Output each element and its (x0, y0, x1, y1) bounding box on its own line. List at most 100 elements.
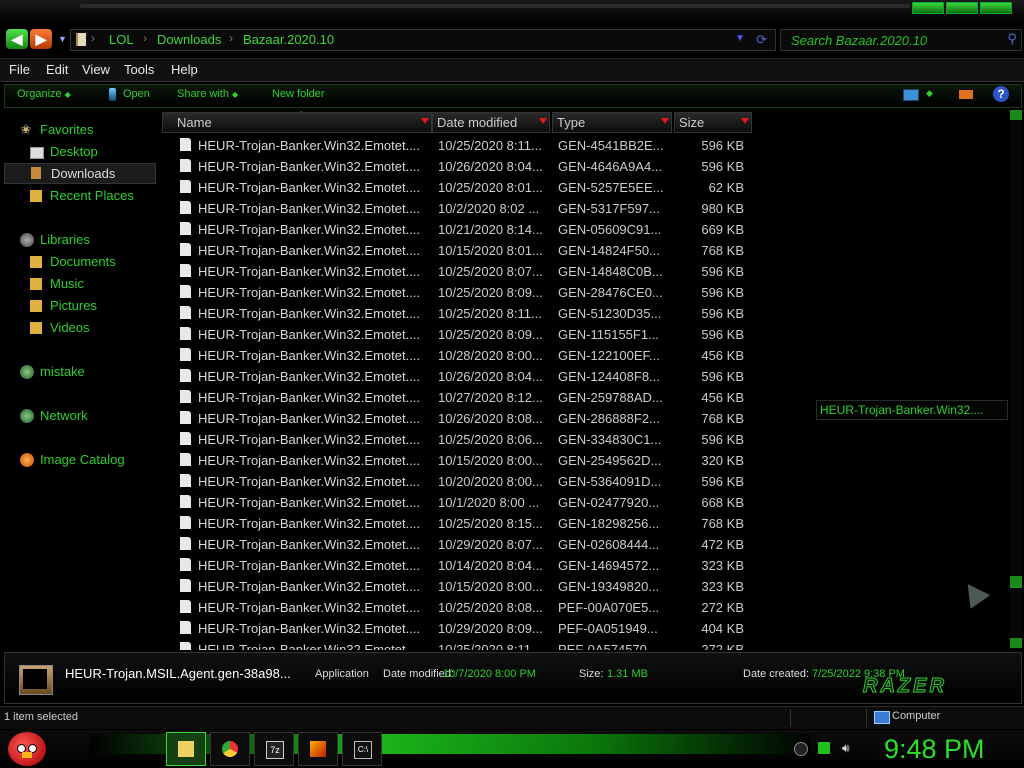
share-with-button[interactable]: Share with ◆ (177, 88, 238, 100)
change-view-icon[interactable] (903, 89, 919, 101)
forward-button[interactable]: ▶ (30, 29, 52, 49)
table-row[interactable]: HEUR-Trojan-Banker.Win32.Emotet.... 10/27… (160, 387, 780, 408)
libraries-icon (20, 233, 34, 247)
open-button[interactable]: Open (123, 88, 150, 100)
start-button[interactable] (8, 732, 46, 766)
action-center-icon[interactable] (818, 742, 830, 754)
search-icon[interactable]: ⚲ (1007, 31, 1017, 47)
menu-file[interactable]: File (9, 62, 30, 77)
scroll-up-button[interactable] (1010, 110, 1022, 120)
recent-pages-dropdown-icon[interactable]: ▼ (58, 34, 67, 44)
table-row[interactable]: HEUR-Trojan-Banker.Win32.Emotet.... 10/2/… (160, 198, 780, 219)
preview-pane-icon[interactable] (959, 90, 973, 99)
videos-icon (30, 322, 42, 334)
table-row[interactable]: HEUR-Trojan-Banker.Win32.Emotet.... 10/29… (160, 534, 780, 555)
column-header-date[interactable]: Date modified (432, 112, 550, 133)
cell-name: HEUR-Trojan-Banker.Win32.Emotet.... (198, 222, 421, 237)
volume-icon[interactable]: 🔊︎ (842, 742, 854, 754)
nav-downloads[interactable]: Downloads (4, 163, 156, 184)
scroll-thumb[interactable] (1010, 576, 1022, 588)
menu-edit[interactable]: Edit (46, 62, 68, 77)
cell-size: 768 KB (701, 516, 744, 531)
table-row[interactable]: HEUR-Trojan-Banker.Win32.Emotet.... 10/28… (160, 345, 780, 366)
cell-type: GEN-51230D35... (558, 306, 662, 321)
cell-date: 10/20/2020 8:00... (438, 474, 543, 489)
maximize-button[interactable] (946, 2, 978, 14)
table-row[interactable]: HEUR-Trojan-Banker.Win32.Emotet.... 10/25… (160, 597, 780, 618)
file-icon (180, 159, 191, 172)
close-button[interactable] (980, 2, 1012, 14)
column-header-type[interactable]: Type (552, 112, 672, 133)
table-row[interactable]: HEUR-Trojan-Banker.Win32.Emotet.... 10/20… (160, 471, 780, 492)
vertical-scrollbar[interactable] (1010, 110, 1022, 650)
table-row[interactable]: HEUR-Trojan-Banker.Win32.Emotet.... 10/25… (160, 135, 780, 156)
taskbar-app-button[interactable] (298, 732, 338, 766)
cell-name: HEUR-Trojan-Banker.Win32.Emotet.... (198, 327, 421, 342)
table-row[interactable]: HEUR-Trojan-Banker.Win32.Emotet.... 10/15… (160, 240, 780, 261)
menu-tools[interactable]: Tools (124, 62, 154, 77)
column-header-name[interactable]: Name (162, 112, 432, 133)
table-row[interactable]: HEUR-Trojan-Banker.Win32.Emotet.... 10/25… (160, 282, 780, 303)
cell-name: HEUR-Trojan-Banker.Win32.Emotet.... (198, 159, 421, 174)
organize-button[interactable]: Organize ◆ (17, 88, 71, 100)
search-input[interactable]: Search Bazaar.2020.10 (791, 33, 927, 48)
back-button[interactable]: ◀ (6, 29, 28, 49)
menu-view[interactable]: View (82, 62, 110, 77)
table-row[interactable]: HEUR-Trojan-Banker.Win32.Emotet.... 10/25… (160, 639, 780, 650)
cell-type: PEF-00A070E5... (558, 600, 660, 615)
nav-desktop-label: Desktop (50, 144, 98, 159)
breadcrumb-separator-icon[interactable]: › (143, 31, 147, 45)
table-row[interactable]: HEUR-Trojan-Banker.Win32.Emotet.... 10/25… (160, 429, 780, 450)
address-bar[interactable]: › LOL › Downloads › Bazaar.2020.10 ▼ ⟳ (70, 29, 776, 51)
clock[interactable]: 9:48 PM (884, 734, 985, 765)
column-filter-icon[interactable] (661, 118, 669, 124)
table-row[interactable]: HEUR-Trojan-Banker.Win32.Emotet.... 10/26… (160, 156, 780, 177)
table-row[interactable]: HEUR-Trojan-Banker.Win32.Emotet.... 10/29… (160, 618, 780, 639)
taskbar-cmd-button[interactable]: C:\ (342, 732, 382, 766)
column-filter-icon[interactable] (741, 118, 749, 124)
breadcrumb-downloads[interactable]: Downloads (157, 32, 221, 47)
taskbar-explorer-button[interactable] (166, 732, 206, 766)
cell-size: 456 KB (701, 348, 744, 363)
table-row[interactable]: HEUR-Trojan-Banker.Win32.Emotet.... 10/25… (160, 261, 780, 282)
table-row[interactable]: HEUR-Trojan-Banker.Win32.Emotet.... 10/15… (160, 576, 780, 597)
table-row[interactable]: HEUR-Trojan-Banker.Win32.Emotet.... 10/1/… (160, 492, 780, 513)
taskbar-7zip-button[interactable]: 7z (254, 732, 294, 766)
new-folder-button[interactable]: New folder (272, 88, 325, 100)
cell-name: HEUR-Trojan-Banker.Win32.Emotet.... (198, 432, 421, 447)
breadcrumb-bazaar[interactable]: Bazaar.2020.10 (243, 32, 334, 47)
view-options-dropdown-icon[interactable]: ◆ (926, 88, 933, 99)
taskbar-chrome-button[interactable] (210, 732, 250, 766)
menu-help[interactable]: Help (171, 62, 198, 77)
breadcrumb-lol[interactable]: LOL (109, 32, 134, 47)
minimize-button[interactable] (912, 2, 944, 14)
details-date-created-label: Date created: (743, 668, 810, 680)
table-row[interactable]: HEUR-Trojan-Banker.Win32.Emotet.... 10/15… (160, 450, 780, 471)
table-row[interactable]: HEUR-Trojan-Banker.Win32.Emotet.... 10/14… (160, 555, 780, 576)
cell-type: PEF-0A051949... (558, 621, 658, 636)
pictures-icon (30, 300, 42, 312)
help-icon[interactable]: ? (993, 86, 1009, 102)
table-row[interactable]: HEUR-Trojan-Banker.Win32.Emotet.... 10/26… (160, 366, 780, 387)
search-box[interactable]: Search Bazaar.2020.10 ⚲ (780, 29, 1022, 51)
scroll-down-button[interactable] (1010, 638, 1022, 648)
cell-size: 596 KB (701, 159, 744, 174)
table-row[interactable]: HEUR-Trojan-Banker.Win32.Emotet.... 10/21… (160, 219, 780, 240)
cell-type: GEN-122100EF... (558, 348, 660, 363)
notification-arrow-icon[interactable] (794, 742, 808, 756)
column-header-size[interactable]: Size (674, 112, 752, 133)
breadcrumb-separator-icon[interactable]: › (229, 31, 233, 45)
breadcrumb-separator-icon[interactable]: › (91, 31, 95, 45)
cell-date: 10/21/2020 8:14... (438, 222, 543, 237)
table-row[interactable]: HEUR-Trojan-Banker.Win32.Emotet.... 10/25… (160, 177, 780, 198)
homegroup-icon (20, 365, 34, 379)
table-row[interactable]: HEUR-Trojan-Banker.Win32.Emotet.... 10/25… (160, 303, 780, 324)
table-row[interactable]: HEUR-Trojan-Banker.Win32.Emotet.... 10/25… (160, 324, 780, 345)
column-filter-icon[interactable] (421, 118, 429, 124)
refresh-icon[interactable]: ⟳ (756, 32, 767, 48)
table-row[interactable]: HEUR-Trojan-Banker.Win32.Emotet.... 10/26… (160, 408, 780, 429)
column-filter-icon[interactable] (539, 118, 547, 124)
address-dropdown-icon[interactable]: ▼ (735, 33, 745, 44)
table-row[interactable]: HEUR-Trojan-Banker.Win32.Emotet.... 10/25… (160, 513, 780, 534)
file-icon (180, 264, 191, 277)
